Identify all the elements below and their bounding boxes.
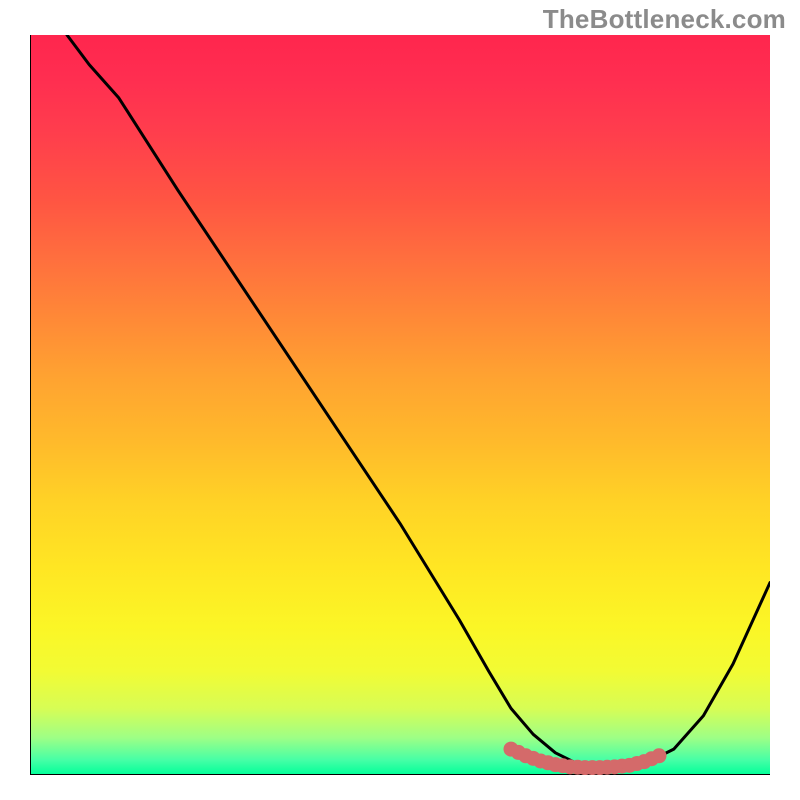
watermark-text: TheBottleneck.com <box>543 4 786 35</box>
highlight-marker <box>652 748 667 763</box>
chart-svg <box>30 35 770 775</box>
curve-path <box>67 35 770 768</box>
axes <box>30 35 770 775</box>
chart-plot-area <box>30 35 770 775</box>
series-container <box>67 35 770 775</box>
